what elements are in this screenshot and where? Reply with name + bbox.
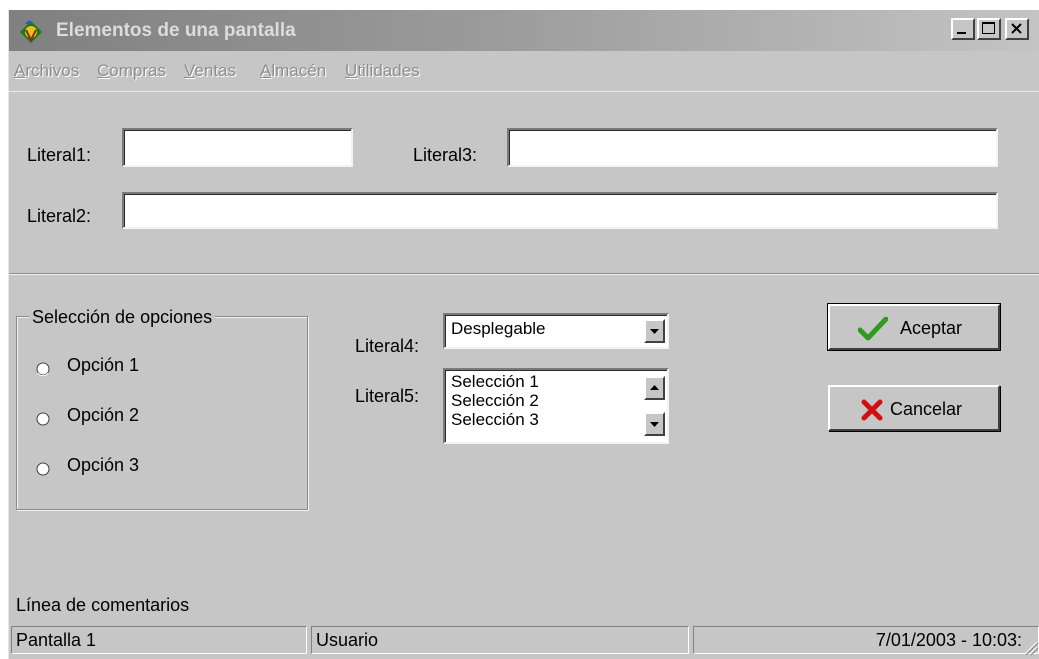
- resize-grip-icon[interactable]: [1021, 638, 1039, 656]
- status-screen: Pantalla 1: [11, 626, 307, 654]
- literal4-label: Literal4:: [355, 336, 420, 356]
- option-1-label[interactable]: Opción 1: [67, 355, 139, 376]
- app-window: Elementos de una pantalla Archivos Compr…: [8, 10, 1039, 659]
- literal3-field[interactable]: [507, 128, 998, 167]
- minimize-button[interactable]: [951, 18, 975, 40]
- option-3-label[interactable]: Opción 3: [67, 455, 139, 476]
- window-title: Elementos de una pantalla: [56, 20, 296, 41]
- arrow-up-icon: [650, 385, 659, 390]
- options-groupbox: [16, 316, 308, 510]
- literal2-field[interactable]: [122, 192, 998, 229]
- title-bar[interactable]: Elementos de una pantalla: [9, 10, 1039, 51]
- literal1-label: Literal1:: [27, 145, 92, 165]
- literal4-dropdown[interactable]: Desplegable: [443, 313, 669, 349]
- menu-bar: Archivos Compras Ventas Almacén Utilidad…: [9, 51, 1039, 92]
- scroll-up-button[interactable]: [644, 376, 665, 400]
- arrow-down-icon: [650, 422, 659, 427]
- literal2-label: Literal2:: [27, 206, 92, 226]
- radio-option-2[interactable]: [36, 412, 50, 426]
- options-group-title: Selección de opciones: [29, 307, 216, 328]
- menu-almacen[interactable]: Almacén: [260, 61, 326, 81]
- scroll-down-button[interactable]: [644, 412, 665, 436]
- list-item[interactable]: Selección 3: [451, 410, 661, 429]
- menu-archivos[interactable]: Archivos: [14, 61, 79, 81]
- minimize-icon: [957, 32, 966, 34]
- radio-option-1[interactable]: [36, 362, 50, 377]
- literal5-listbox[interactable]: Selección 1 Selección 2 Selección 3: [443, 368, 669, 444]
- cancel-label: Cancelar: [890, 399, 963, 419]
- literal4-selected-value: Desplegable: [451, 319, 546, 338]
- close-button[interactable]: [1005, 18, 1029, 40]
- section-divider: [9, 273, 1039, 275]
- maximize-button[interactable]: [977, 18, 1001, 40]
- radio-option-3[interactable]: [36, 462, 50, 476]
- list-item[interactable]: Selección 1: [451, 372, 661, 391]
- status-datetime: 7/01/2003 - 10:03:: [693, 626, 1039, 654]
- chevron-down-icon: [650, 329, 659, 334]
- cancel-button[interactable]: Cancelar: [828, 385, 1000, 431]
- comment-line: Línea de comentarios: [16, 595, 190, 615]
- menu-ventas[interactable]: Ventas: [184, 61, 236, 81]
- option-2-label[interactable]: Opción 2: [67, 405, 139, 426]
- x-icon: [861, 399, 883, 421]
- checkmark-icon: [858, 317, 888, 341]
- literal5-label: Literal5:: [355, 386, 420, 406]
- app-icon[interactable]: [16, 18, 46, 46]
- close-icon: [1011, 23, 1022, 34]
- maximize-icon: [982, 22, 995, 34]
- status-user: Usuario: [311, 626, 689, 654]
- list-item[interactable]: Selección 2: [451, 391, 661, 410]
- accept-button[interactable]: Aceptar: [827, 303, 1001, 351]
- menu-utilidades[interactable]: Utilidades: [345, 61, 420, 81]
- menu-compras[interactable]: Compras: [97, 61, 166, 81]
- dropdown-arrow-button[interactable]: [644, 319, 665, 343]
- accept-label: Aceptar: [900, 318, 963, 338]
- literal3-label: Literal3:: [413, 145, 478, 165]
- literal1-field[interactable]: [122, 128, 353, 167]
